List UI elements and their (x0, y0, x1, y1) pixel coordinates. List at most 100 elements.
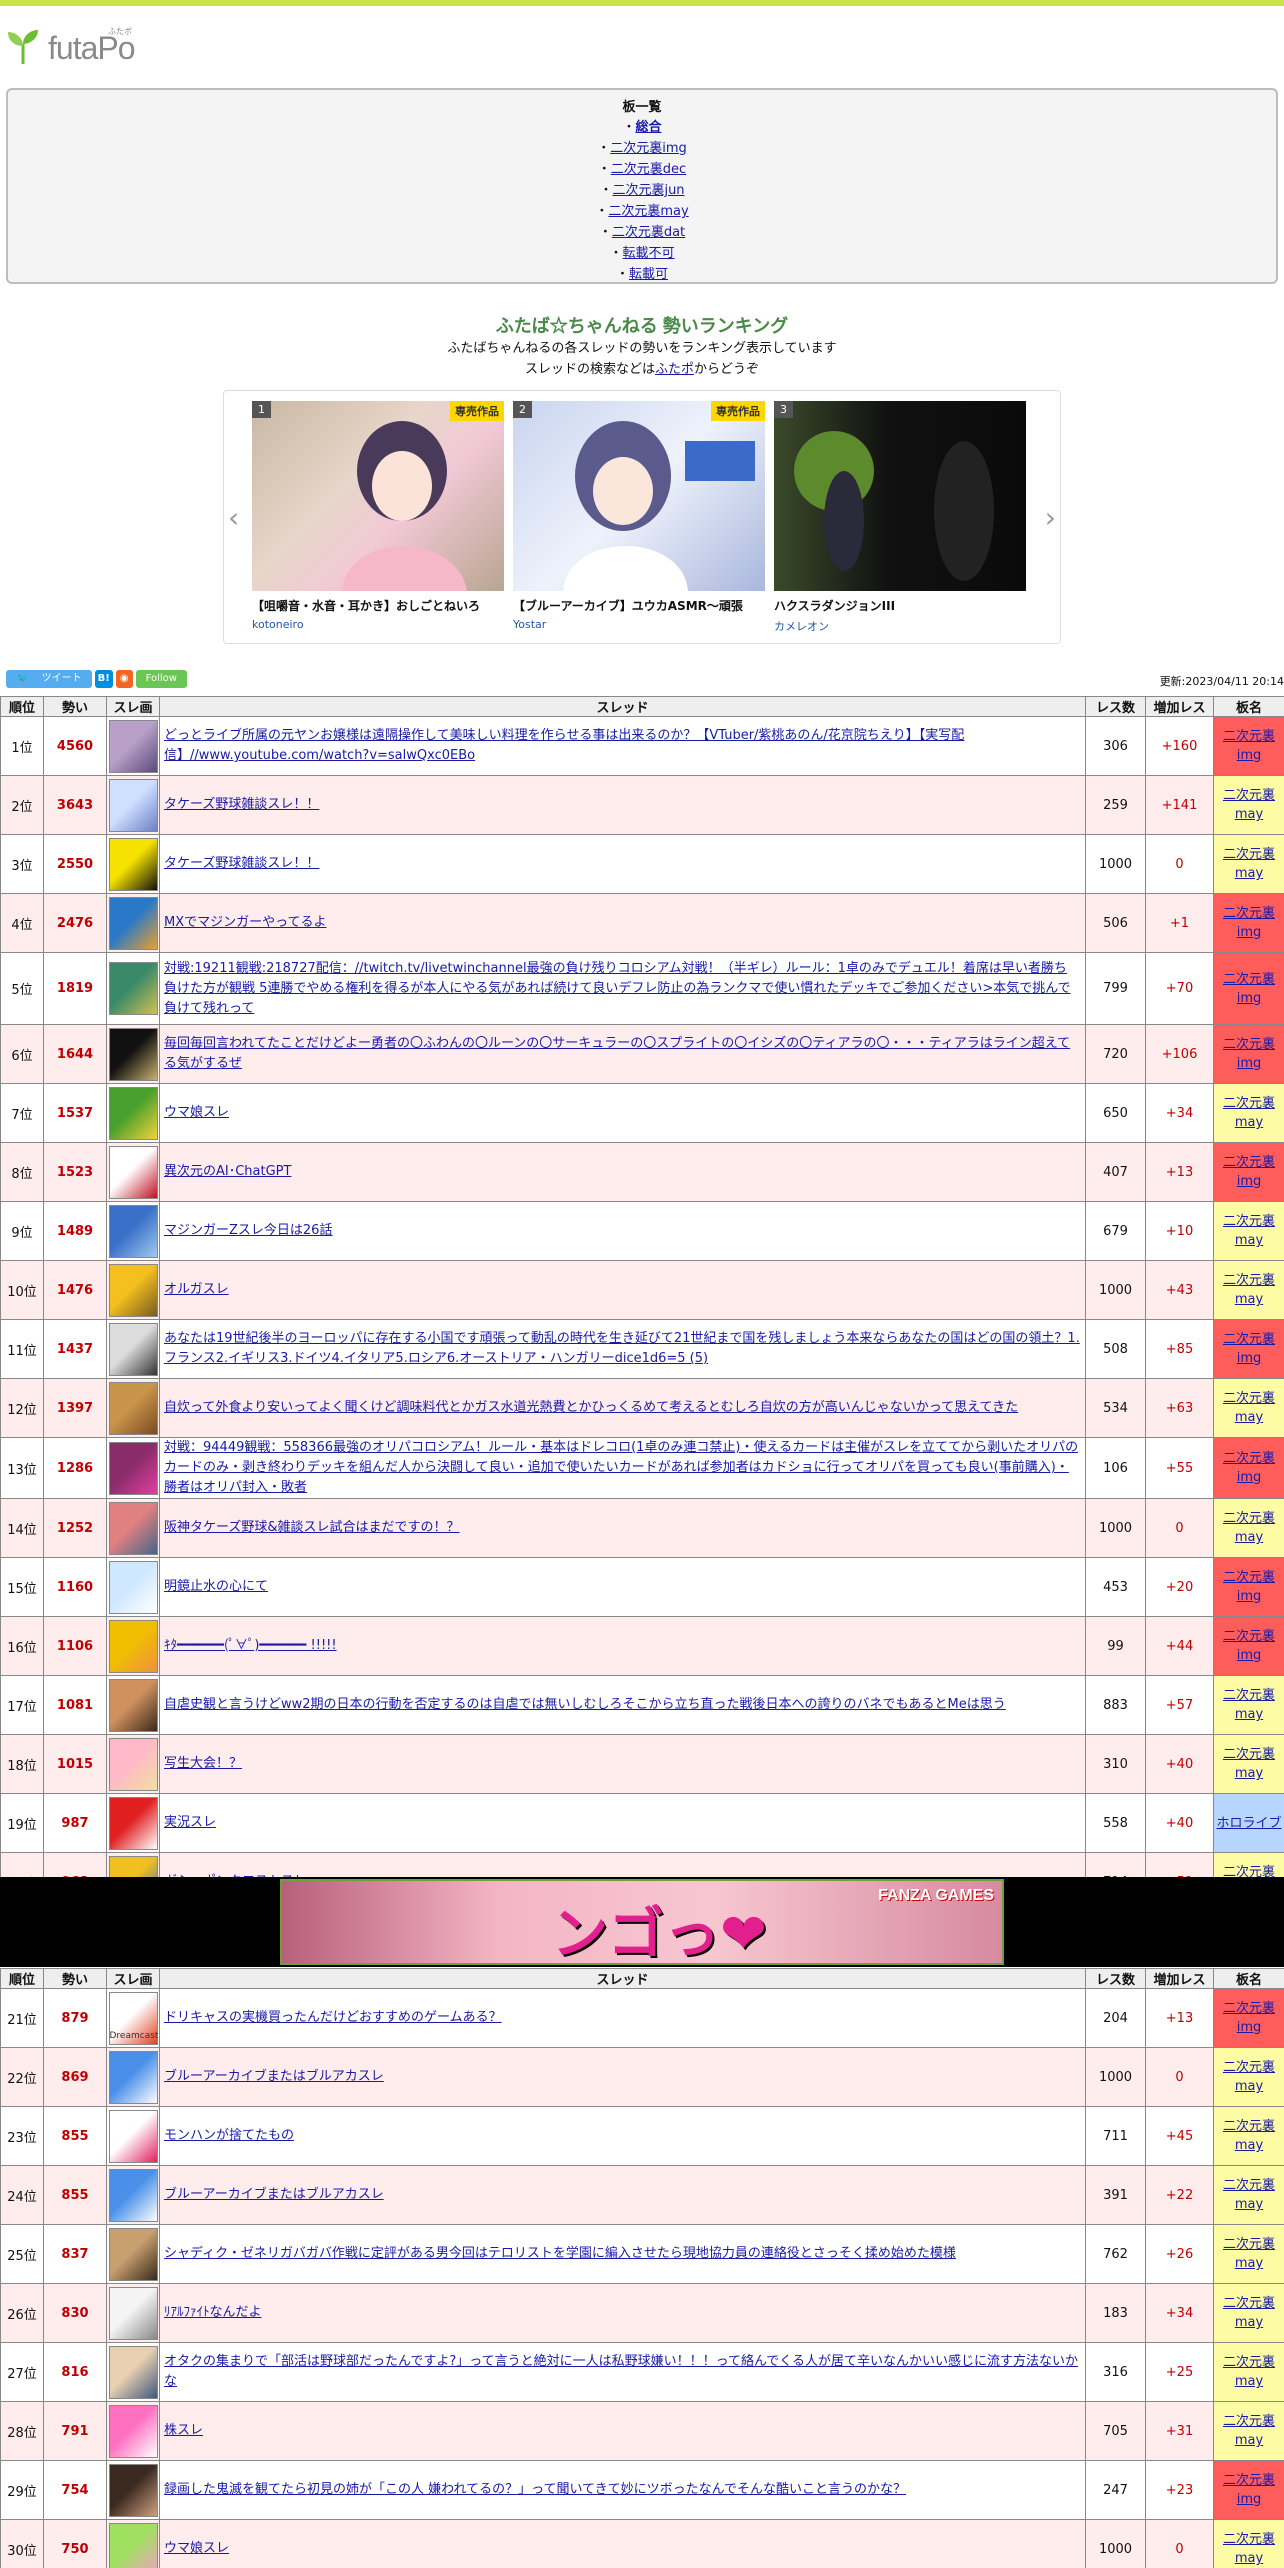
thread-thumbnail[interactable] (108, 1322, 158, 1376)
board-link[interactable]: 二次元裏may (1223, 1747, 1275, 1781)
thread-thumbnail[interactable] (108, 2050, 158, 2104)
thread-thumbnail[interactable] (108, 2345, 158, 2399)
board-link[interactable]: 二次元裏may (1223, 2296, 1275, 2330)
board-link[interactable]: 二次元裏may (1223, 2237, 1275, 2271)
thread-link[interactable]: MXでマジンガーやってるよ (164, 915, 326, 930)
thread-thumbnail[interactable] (108, 1027, 158, 1081)
thread-thumbnail[interactable] (108, 2286, 158, 2340)
thread-link[interactable]: ウマ娘スレ (164, 2541, 229, 2556)
thread-thumbnail[interactable] (108, 2168, 158, 2222)
board-link-tensai-fuka[interactable]: 転載不可 (623, 246, 675, 261)
futapo-link[interactable]: ふたポ (655, 362, 694, 377)
rss-icon[interactable]: ◉ (115, 670, 133, 688)
thread-thumbnail[interactable]: Dreamcast (108, 1991, 158, 2045)
board-link[interactable]: 二次元裏may (1223, 2119, 1275, 2153)
board-link-dat[interactable]: 二次元裏dat (612, 225, 685, 240)
thread-link[interactable]: 録画した鬼滅を観てたら初見の姉が「この人 嫌われてるの？」って聞いてきて妙にツボ… (164, 2482, 906, 2497)
thread-link[interactable]: ｷﾀ━━━━━━(ﾟ∀ﾟ)━━━━━━ !!!!! (164, 1638, 337, 1653)
board-link[interactable]: 二次元裏img (1223, 1629, 1275, 1663)
thread-thumbnail[interactable] (108, 1796, 158, 1850)
thread-link[interactable]: マジンガーZスレ今日は26話 (164, 1223, 332, 1238)
thread-thumbnail[interactable] (108, 2227, 158, 2281)
thread-thumbnail[interactable] (108, 1501, 158, 1555)
thread-thumbnail[interactable] (108, 1145, 158, 1199)
thread-thumbnail[interactable] (108, 2109, 158, 2163)
thread-link[interactable]: 写生大会！？ (164, 1756, 242, 1771)
board-link[interactable]: 二次元裏may (1223, 1096, 1275, 1130)
thread-thumbnail[interactable] (108, 2463, 158, 2517)
thread-link[interactable]: 自虐史観と言うけどww2期の日本の行動を否定するのは自虐では無いしむしろそこから… (164, 1697, 1006, 1712)
thread-thumbnail[interactable] (108, 719, 158, 773)
board-link[interactable]: 二次元裏may (1223, 2355, 1275, 2389)
thread-thumbnail[interactable] (108, 778, 158, 832)
site-logo[interactable]: futaPo ふたポ (0, 6, 1284, 66)
board-list-panel[interactable]: 板一覧 ・総合 ・二次元裏img ・二次元裏dec ・二次元裏jun ・二次元裏… (6, 88, 1278, 284)
thread-link[interactable]: ドリキャスの実機買ったんだけどおすすめのゲームある？ (164, 2010, 502, 2025)
thread-link[interactable]: シャディク・ゼネリガバガバ作戦に定評がある男今回はテロリストを学園に編入させたら… (164, 2246, 956, 2261)
board-link-may[interactable]: 二次元裏may (608, 204, 688, 219)
board-link[interactable]: 二次元裏img (1223, 1451, 1275, 1485)
thread-link[interactable]: 異次元のAI･ChatGPT (164, 1164, 291, 1179)
board-link[interactable]: 二次元裏img (1223, 1332, 1275, 1366)
thread-link[interactable]: ブルーアーカイブまたはブルアカスレ (164, 2069, 384, 2084)
carousel-maker[interactable]: カメレオン (774, 618, 1026, 634)
board-link[interactable]: 二次元裏may (1223, 1214, 1275, 1248)
board-link-sogo[interactable]: 総合 (636, 120, 662, 135)
board-link[interactable]: 二次元裏may (1223, 2060, 1275, 2094)
thread-link[interactable]: 対戦：94449観戦：558366最強のオリパコロシアム！ルール・基本はドレコロ… (164, 1440, 1078, 1495)
thread-link[interactable]: モンハンが捨てたもの (164, 2128, 294, 2143)
thread-link[interactable]: ブルーアーカイブまたはブルアカスレ (164, 2187, 384, 2202)
hatena-bookmark-button[interactable]: B! (94, 670, 113, 688)
board-link[interactable]: 二次元裏img (1223, 1155, 1275, 1189)
board-link[interactable]: 二次元裏may (1223, 1688, 1275, 1722)
board-link[interactable]: 二次元裏img (1223, 1570, 1275, 1604)
feedly-follow-button[interactable]: Follow (135, 670, 187, 688)
thread-link[interactable]: 実況スレ (164, 1815, 216, 1830)
board-link[interactable]: 二次元裏may (1223, 2178, 1275, 2212)
board-link[interactable]: 二次元裏may (1223, 1511, 1275, 1545)
advertisement-banner[interactable]: ンゴっ❤ FANZA GAMES (0, 1877, 1284, 1967)
thread-thumbnail[interactable] (108, 1737, 158, 1791)
thread-thumbnail[interactable] (108, 1560, 158, 1614)
thread-thumbnail[interactable] (108, 1441, 158, 1495)
carousel-maker[interactable]: kotoneiro (252, 618, 504, 631)
thread-link[interactable]: 明鏡止水の心にて (164, 1579, 268, 1594)
board-link-jun[interactable]: 二次元裏jun (612, 183, 684, 198)
board-link[interactable]: 二次元裏may (1223, 2414, 1275, 2448)
thread-thumbnail[interactable] (108, 1619, 158, 1673)
thread-thumbnail[interactable] (108, 962, 158, 1015)
ad-image[interactable]: ンゴっ❤ FANZA GAMES (280, 1879, 1004, 1967)
thread-thumbnail[interactable] (108, 1678, 158, 1732)
thread-thumbnail[interactable] (108, 1381, 158, 1435)
thread-thumbnail[interactable] (108, 1263, 158, 1317)
thread-thumbnail[interactable] (108, 2522, 158, 2568)
thread-thumbnail[interactable] (108, 837, 158, 891)
board-link[interactable]: 二次元裏may (1223, 788, 1275, 822)
thread-thumbnail[interactable] (108, 2404, 158, 2458)
board-link[interactable]: 二次元裏may (1223, 1273, 1275, 1307)
thread-thumbnail[interactable] (108, 896, 158, 950)
carousel-card[interactable]: 2 専売作品 【ブルーアーカイブ】ユウカASMR～頑張 Yostar (513, 401, 765, 631)
thread-link[interactable]: タケーズ野球雑談スレ！！ (164, 856, 319, 871)
tweet-button[interactable]: 🐦 ツイート (6, 670, 92, 688)
thread-thumbnail[interactable] (108, 1204, 158, 1258)
thread-link[interactable]: 毎回毎回言われてたことだけどよー勇者の〇ふわんの〇ルーンの〇サーキュラーの〇スプ… (164, 1036, 1070, 1071)
thread-link[interactable]: どっとライブ所属の元ヤンお嬢様は遠隔操作して美味しい料理を作らせる事は出来るのか… (164, 728, 964, 763)
carousel-prev-icon[interactable]: ‹ (228, 501, 239, 534)
thread-link[interactable]: 自炊って外食より安いってよく聞くけど調味料代とかガス水道光熱費とかひっくるめて考… (164, 1400, 1018, 1415)
board-link[interactable]: ホロライブ (1216, 1816, 1281, 1831)
thread-link[interactable]: ウマ娘スレ (164, 1105, 229, 1120)
carousel-card[interactable]: 3 ハクスラダンジョンIII カメレオン (774, 401, 1026, 634)
board-link[interactable]: 二次元裏img (1223, 972, 1275, 1006)
board-link[interactable]: 二次元裏img (1223, 906, 1275, 940)
thread-link[interactable]: あなたは19世紀後半のヨーロッパに存在する小国です頑張って動乱の時代を生き延びて… (164, 1331, 1080, 1366)
thread-link[interactable]: 株スレ (164, 2423, 203, 2438)
board-link[interactable]: 二次元裏img (1223, 2001, 1275, 2035)
carousel-card[interactable]: 1 専売作品 【咀嚼音・水音・耳かき】おしごとねいろ kotoneiro (252, 401, 504, 631)
carousel-next-icon[interactable]: › (1045, 501, 1056, 534)
board-link[interactable]: 二次元裏may (1223, 1391, 1275, 1425)
board-link[interactable]: 二次元裏img (1223, 1037, 1275, 1071)
board-link-img[interactable]: 二次元裏img (610, 141, 687, 156)
thread-link[interactable]: タケーズ野球雑談スレ！！ (164, 797, 319, 812)
thread-link[interactable]: オタクの集まりで「部活は野球部だったんですよ?」って言うと絶対に一人は私野球嫌い… (164, 2354, 1078, 2389)
